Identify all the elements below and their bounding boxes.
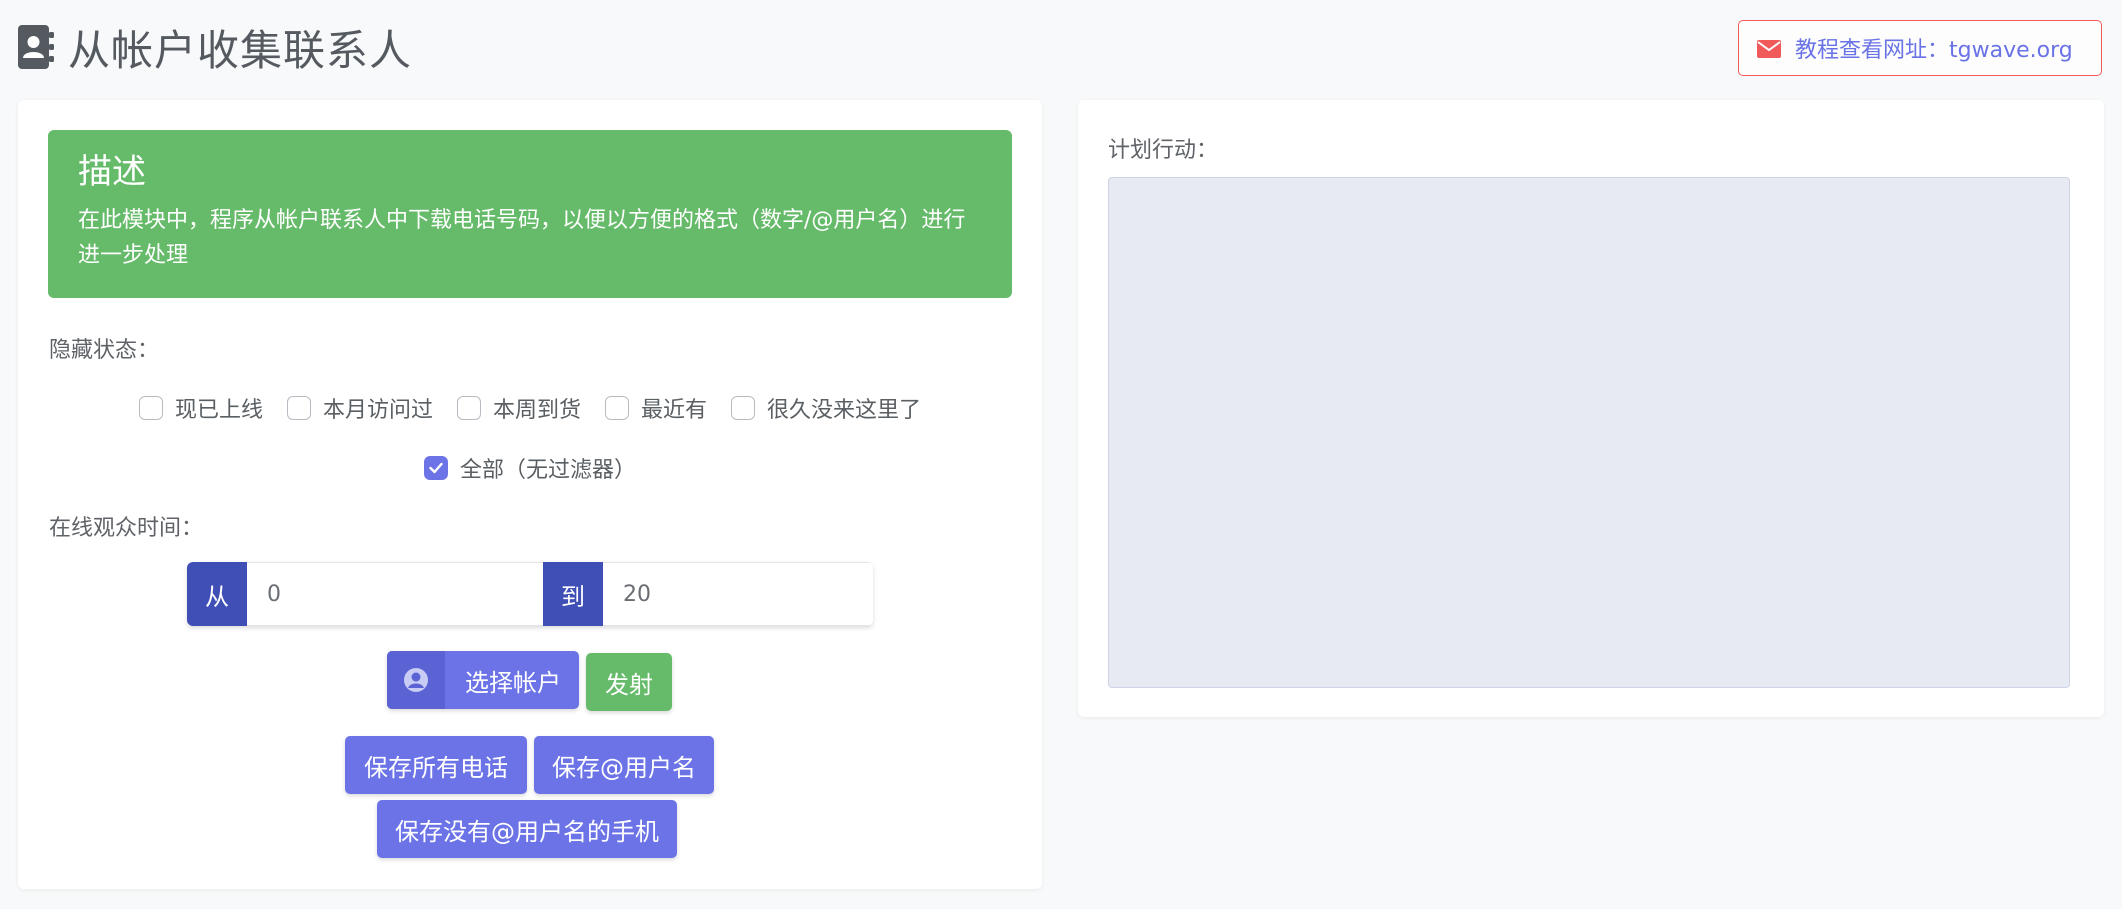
address-book-icon [18, 25, 54, 69]
save-usernames-button[interactable]: 保存@用户名 [534, 736, 714, 794]
description-heading: 描述 [78, 152, 146, 192]
checkbox-box[interactable] [605, 396, 629, 420]
tutorial-link[interactable]: 教程查看网址：tgwave.org [1738, 20, 2102, 76]
select-account-button[interactable]: 选择帐户 [387, 651, 579, 709]
checkbox-all-no-filter[interactable]: 全部（无过滤器） [423, 452, 636, 484]
hidden-status-label: 隐藏状态： [49, 338, 160, 363]
check-icon [429, 462, 443, 474]
checkbox-label: 很久没来这里了 [767, 398, 922, 423]
launch-button[interactable]: 发射 [586, 653, 672, 711]
plan-panel: 计划行动： [1078, 100, 2104, 717]
plan-textarea[interactable] [1108, 177, 2070, 688]
page-title: 从帐户收集联系人 [68, 25, 413, 75]
tutorial-link-text: 教程查看网址：tgwave.org [1795, 38, 2073, 63]
checkbox-label: 最近有 [641, 398, 708, 423]
hidden-status-row-1: 现已上线 本月访问过 本周到货 最近有 很久没来这里了 [18, 392, 1042, 424]
checkbox-online-now[interactable]: 现已上线 [138, 392, 263, 424]
user-circle-icon [387, 651, 445, 709]
select-account-label: 选择帐户 [465, 668, 561, 697]
online-time-label: 在线观众时间： [49, 516, 204, 541]
envelope-icon [1757, 39, 1781, 58]
save-all-phones-button[interactable]: 保存所有电话 [345, 736, 527, 794]
checkbox-label: 本周到货 [492, 398, 581, 423]
save-phones-without-username-button[interactable]: 保存没有@用户名的手机 [377, 800, 677, 858]
checkbox-this-week[interactable]: 本周到货 [456, 392, 581, 424]
settings-panel: 描述 在此模块中，程序从帐户联系人中下载电话号码，以便以方便的格式（数字/@用户… [18, 100, 1042, 889]
description-text: 在此模块中，程序从帐户联系人中下载电话号码，以便以方便的格式（数字/@用户名）进… [78, 208, 966, 268]
checkbox-box[interactable] [456, 396, 481, 420]
page-header: 从帐户收集联系人 [18, 20, 412, 75]
hidden-status-row-2: 全部（无过滤器） [18, 452, 1042, 484]
checkbox-label: 本月访问过 [322, 398, 433, 423]
checkbox-label: 现已上线 [174, 398, 263, 423]
checkbox-box-checked[interactable] [423, 456, 448, 480]
from-days-input[interactable] [247, 562, 543, 626]
checkbox-box[interactable] [286, 396, 311, 420]
checkbox-label: 全部（无过滤器） [459, 458, 636, 483]
checkbox-box[interactable] [138, 396, 163, 420]
to-days-input[interactable] [603, 562, 873, 626]
checkbox-visited-this-month[interactable]: 本月访问过 [286, 392, 433, 424]
checkbox-recently[interactable]: 最近有 [605, 392, 707, 424]
online-time-range: 从 到 天 [187, 562, 873, 626]
description-box: 描述 在此模块中，程序从帐户联系人中下载电话号码，以便以方便的格式（数字/@用户… [48, 130, 1012, 298]
checkbox-long-time-ago[interactable]: 很久没来这里了 [731, 392, 921, 424]
checkbox-box[interactable] [731, 396, 756, 420]
plan-label: 计划行动： [1108, 138, 1219, 163]
from-addon: 从 [187, 562, 247, 626]
to-addon: 到 [543, 562, 603, 626]
